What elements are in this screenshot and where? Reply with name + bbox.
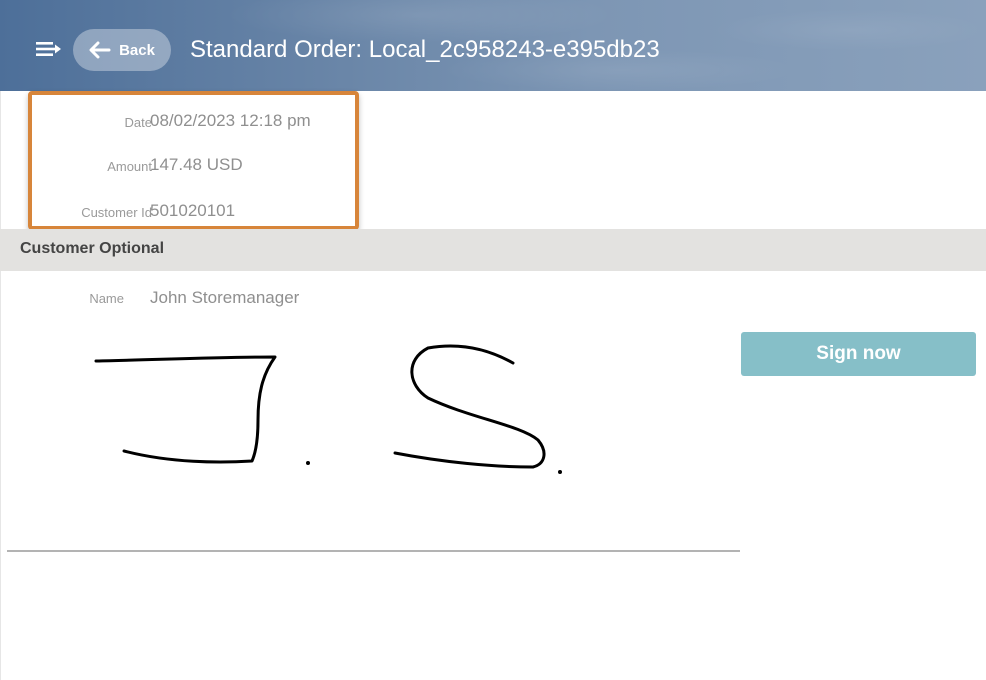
- amount-label: Amount: [107, 159, 152, 174]
- date-label: Date: [124, 115, 152, 130]
- customer-id-value: 501020101: [150, 201, 236, 220]
- signature-dot: [558, 470, 562, 474]
- section-title: Customer Optional: [20, 240, 165, 257]
- arrow-left-icon: [89, 41, 111, 59]
- signature-canvas[interactable]: [0, 320, 740, 560]
- sign-now-button[interactable]: Sign now: [741, 332, 976, 376]
- order-info-panel: Date 08/02/2023 12:18 pm Amount 147.48 U…: [28, 91, 359, 230]
- name-value: John Storemanager: [150, 288, 300, 307]
- date-value: 08/02/2023 12:18 pm: [150, 111, 311, 130]
- name-label: Name: [89, 291, 124, 306]
- menu-arrow-icon: [36, 42, 61, 56]
- section-header: Customer Optional: [0, 229, 986, 271]
- signature-line: [7, 550, 740, 552]
- signature-dot: [306, 461, 310, 465]
- customer-id-label: Customer Id: [81, 205, 152, 220]
- signature-drawing: [94, 344, 546, 469]
- amount-value: 147.48 USD: [150, 155, 243, 174]
- page-title: Standard Order: Local_2c958243-e395db23: [190, 36, 660, 63]
- app-header: Back Standard Order: Local_2c958243-e395…: [0, 0, 986, 91]
- back-button[interactable]: Back: [73, 29, 171, 71]
- menu-button[interactable]: [34, 38, 62, 60]
- back-button-label: Back: [119, 41, 155, 59]
